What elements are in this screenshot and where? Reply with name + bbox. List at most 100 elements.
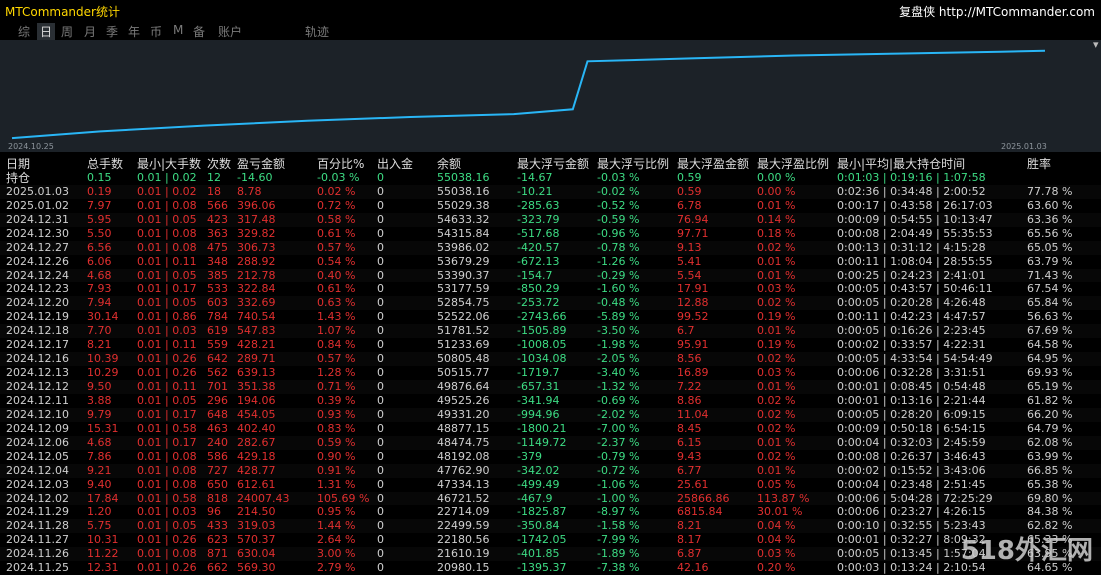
cell-io: 0 xyxy=(377,449,384,463)
cell-io: 0 xyxy=(377,352,384,366)
table-row: 2024.12.19 30.14 0.01 | 0.86 784 740.54 1.43 … xyxy=(0,310,1101,324)
cell-pct: 0.59 % xyxy=(317,435,356,449)
cell-maxprofit: 6.7 xyxy=(677,324,695,338)
cell-lots: 11.22 xyxy=(87,547,119,561)
cell-balance: 22180.56 xyxy=(437,533,490,547)
table-row: 2024.12.13 10.29 0.01 | 0.26 562 639.13 1.28 … xyxy=(0,366,1101,380)
cell-maxlosspct: -1.00 % xyxy=(597,491,640,505)
tab-0[interactable]: 综 xyxy=(18,23,30,40)
cell-pnl: 612.61 xyxy=(237,477,276,491)
cell-balance: 49876.64 xyxy=(437,380,490,393)
cell-maxloss: -285.63 xyxy=(517,198,560,212)
cell-count: 784 xyxy=(207,310,228,324)
cell-io: 0 xyxy=(377,226,384,240)
cell-balance: 53679.29 xyxy=(437,254,490,268)
cell-pct: 0.91 % xyxy=(317,463,356,477)
cell-maxlosspct: -0.96 % xyxy=(597,226,640,240)
cell-count: 463 xyxy=(207,421,228,435)
tab-1[interactable]: 日 xyxy=(37,23,56,40)
cell-pnl: 428.21 xyxy=(237,338,276,352)
cell-count: 650 xyxy=(207,477,228,491)
tab-5[interactable]: 年 xyxy=(128,23,140,40)
cell-balance: 47334.13 xyxy=(437,477,490,491)
holding-row: 持仓 0.15 0.01 | 0.02 12 -14.60 -0.03 % 0 55038.1… xyxy=(0,171,1101,185)
tab-6[interactable]: 币 xyxy=(150,23,162,40)
cell-io: 0 xyxy=(377,254,384,268)
cell-maxprofitpct: 0.01 % xyxy=(757,268,796,282)
cell-io: 0 xyxy=(377,519,384,533)
cell-balance: 53986.02 xyxy=(437,240,490,254)
cell-lots: 10.31 xyxy=(87,533,119,547)
cell-maxlosspct: -0.48 % xyxy=(597,296,640,310)
cell-hold: 0:00:08 | 2:04:49 | 55:35:53 xyxy=(837,226,993,240)
cell-io: 0 xyxy=(377,393,384,407)
cell-win: 67.54 % xyxy=(1027,282,1073,296)
cell-io: 0 xyxy=(377,366,384,380)
cell-hold: 0:00:01 | 0:13:16 | 2:21:44 xyxy=(837,393,986,407)
cell-lots: 4.68 xyxy=(87,435,112,449)
tab-2[interactable]: 周 xyxy=(61,23,73,40)
cell-date: 2024.12.06 xyxy=(6,435,69,449)
cell-maxloss: -657.31 xyxy=(517,380,560,393)
cell-win: 84.38 % xyxy=(1027,505,1073,519)
tab-4[interactable]: 季 xyxy=(106,23,118,40)
cell-maxloss: -1800.21 xyxy=(517,421,567,435)
cell-count: 533 xyxy=(207,282,228,296)
cell-maxprofit: 16.89 xyxy=(677,366,709,380)
cell-maxprofit: 9.43 xyxy=(677,449,702,463)
cell-date: 2024.11.29 xyxy=(6,505,69,519)
cell-hold: 0:00:11 | 1:08:04 | 28:55:55 xyxy=(837,254,993,268)
tab-10[interactable]: 轨迹 xyxy=(305,23,329,40)
table-row: 2024.12.05 7.86 0.01 | 0.08 586 429.18 0.90 %… xyxy=(0,450,1101,464)
cell-pnl: 329.82 xyxy=(237,226,276,240)
cell-io: 0 xyxy=(377,338,384,352)
cell-count: 871 xyxy=(207,547,228,561)
title-bar: MTCommander统计 复盘侠 http://MTCommander.com xyxy=(0,0,1101,20)
cell-maxprofit: 99.52 xyxy=(677,310,709,324)
cell-count: 475 xyxy=(207,240,228,254)
table-row: 2024.12.06 4.68 0.01 | 0.17 240 282.67 0.59 %… xyxy=(0,435,1101,450)
tab-7[interactable]: M xyxy=(173,23,183,37)
table-row: 2024.11.29 1.20 0.01 | 0.03 96 214.50 0.95 % 0… xyxy=(0,505,1101,519)
cell-maxloss: -341.94 xyxy=(517,393,560,407)
cell-io: 0 xyxy=(377,421,384,435)
period-tabs: 综日周月季年币 M 备账户 轨迹 xyxy=(0,20,1101,40)
cell-hold: 0:00:02 | 0:33:57 | 4:22:31 xyxy=(837,338,986,352)
cell-maxlosspct: -1.32 % xyxy=(597,380,640,393)
cell-balance: 55038.16 xyxy=(437,184,490,198)
table-row: 2024.12.10 9.79 0.01 | 0.17 648 454.05 0.93 %… xyxy=(0,407,1101,422)
cell-maxlosspct: -0.79 % xyxy=(597,449,640,463)
cell-minmax: 0.01 | 0.11 xyxy=(137,254,197,268)
cell-date: 2025.01.02 xyxy=(6,198,69,212)
cell-minmax: 0.01 | 0.11 xyxy=(137,380,197,393)
balance-line xyxy=(11,49,1046,140)
cell-lots: 10.39 xyxy=(87,352,119,366)
cell-minmax: 0.01 | 0.08 xyxy=(137,198,197,212)
cell-maxlosspct: -1.98 % xyxy=(597,338,640,352)
cell-lots: 7.93 xyxy=(87,282,112,296)
cell-balance: 52854.75 xyxy=(437,296,490,310)
panel-toggle-icon[interactable]: ▾ xyxy=(1093,38,1099,51)
cell-count: 18 xyxy=(207,184,221,198)
cell-date: 2024.12.05 xyxy=(6,449,69,463)
cell-maxprofit: 7.22 xyxy=(677,380,702,393)
cell-maxloss: -10.21 xyxy=(517,184,553,198)
cell-pct: 1.28 % xyxy=(317,366,356,380)
tab-3[interactable]: 月 xyxy=(84,23,96,40)
brand-link[interactable]: 复盘侠 http://MTCommander.com xyxy=(899,3,1095,20)
cell-maxprofit: 8.17 xyxy=(677,533,702,547)
cell-pnl: 332.69 xyxy=(237,296,276,310)
cell-pnl: 547.83 xyxy=(237,324,276,338)
table-row: 2024.12.16 10.39 0.01 | 0.26 642 289.71 0.57 … xyxy=(0,352,1101,367)
cell-minmax: 0.01 | 0.26 xyxy=(137,352,197,366)
tab-8[interactable]: 备 xyxy=(193,23,205,40)
cell-pct: 0.95 % xyxy=(317,505,356,519)
cell-lots: 7.94 xyxy=(87,296,112,310)
cell-pnl: 429.18 xyxy=(237,449,276,463)
table-row: 2025.01.02 7.97 0.01 | 0.08 566 396.06 0.72 %… xyxy=(0,199,1101,213)
cell-maxloss: -342.02 xyxy=(517,463,560,477)
cell-minmax: 0.01 | 0.08 xyxy=(137,477,197,491)
cell-pct: 1.43 % xyxy=(317,310,356,324)
tab-9[interactable]: 账户 xyxy=(218,23,242,40)
cell-pct: 0.61 % xyxy=(317,226,356,240)
